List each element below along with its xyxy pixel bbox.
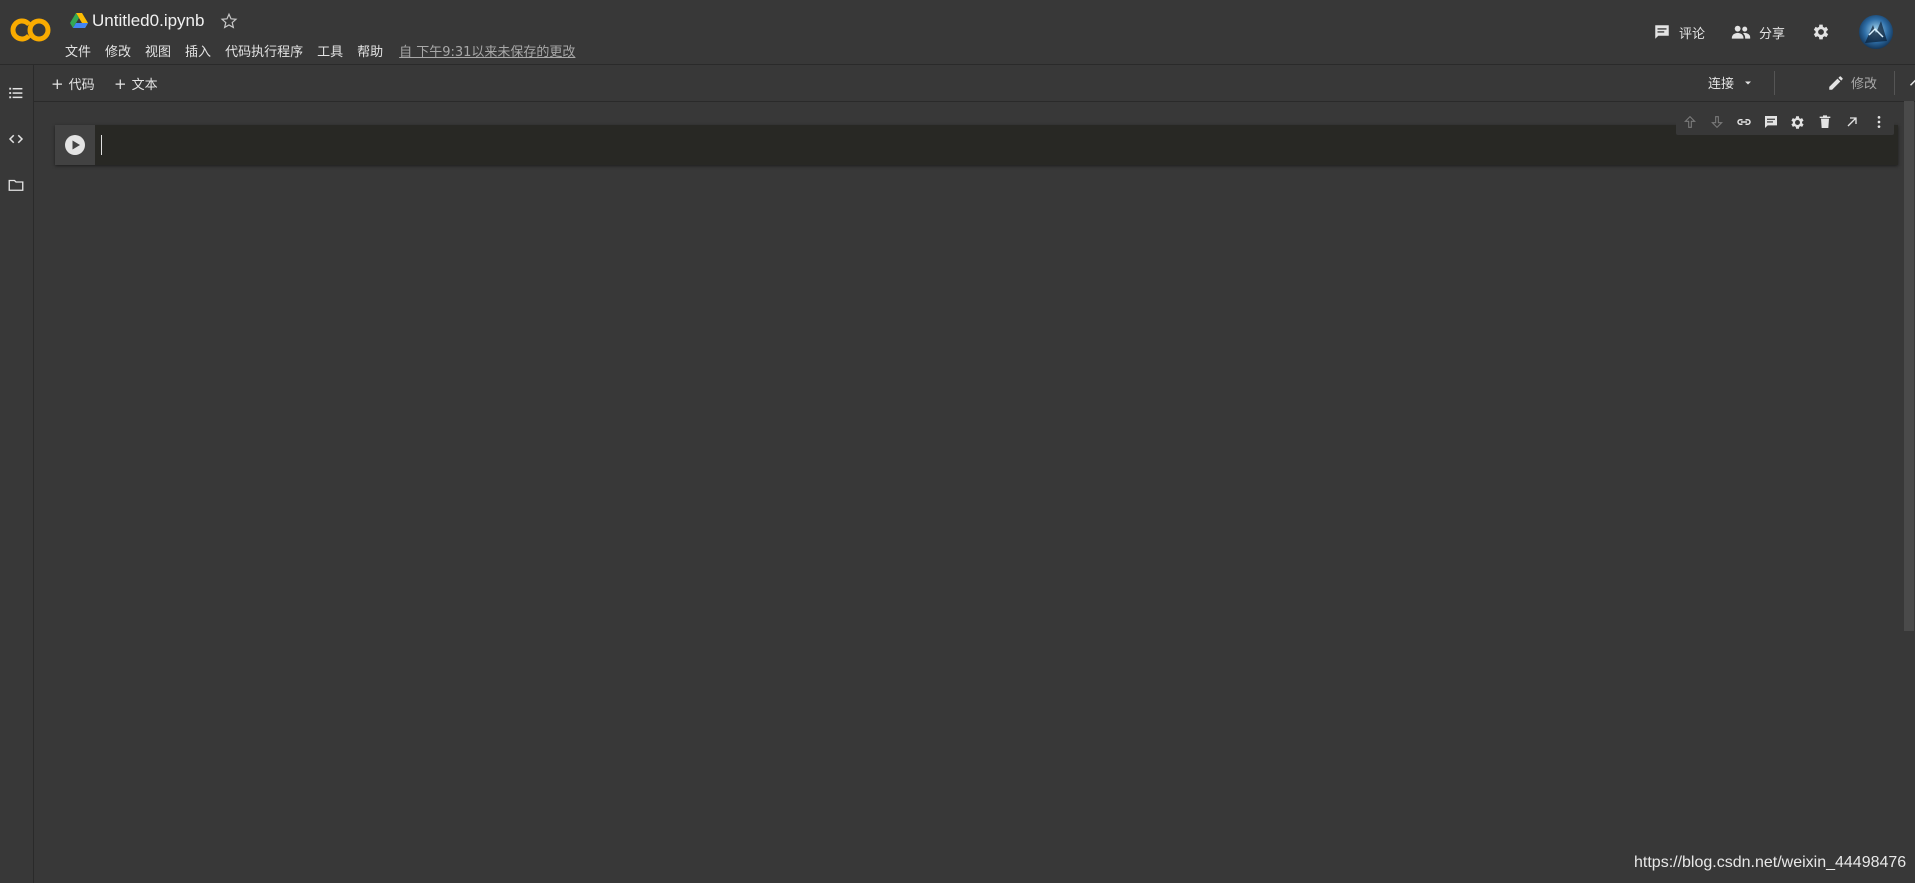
toolbar-divider bbox=[1894, 71, 1895, 95]
chevron-down-icon bbox=[1734, 77, 1754, 89]
menu-file[interactable]: 文件 bbox=[65, 41, 91, 60]
folder-icon[interactable] bbox=[7, 176, 25, 194]
star-icon[interactable] bbox=[220, 12, 238, 30]
add-text-button[interactable]: + 文本 bbox=[114, 74, 158, 94]
delete-icon[interactable] bbox=[1811, 109, 1838, 135]
code-snippets-icon[interactable] bbox=[7, 130, 25, 148]
notebook-title[interactable]: Untitled0.ipynb bbox=[92, 11, 204, 31]
chevron-up-icon[interactable] bbox=[1906, 74, 1915, 92]
share-icon bbox=[1731, 23, 1759, 41]
title-row: Untitled0.ipynb bbox=[70, 8, 238, 34]
edit-mode-label: 修改 bbox=[1851, 77, 1878, 92]
menu-tools[interactable]: 工具 bbox=[317, 41, 343, 60]
arrow-down-icon[interactable] bbox=[1703, 109, 1730, 135]
menu-bar: 文件 修改 视图 插入 代码执行程序 工具 帮助 自 下午9:31以来未保存的更… bbox=[65, 40, 575, 60]
save-status-link[interactable]: 自 下午9:31以来未保存的更改 bbox=[399, 41, 575, 60]
arrow-up-icon[interactable] bbox=[1676, 109, 1703, 135]
menu-view[interactable]: 视图 bbox=[145, 41, 171, 60]
avatar[interactable] bbox=[1859, 15, 1893, 49]
gear-icon[interactable] bbox=[1784, 109, 1811, 135]
edit-mode-button[interactable]: 修改 bbox=[1827, 73, 1877, 92]
comment-icon bbox=[1653, 23, 1679, 41]
plus-icon: + bbox=[51, 74, 64, 93]
left-sidebar bbox=[0, 65, 34, 883]
code-editor[interactable] bbox=[107, 125, 1727, 165]
menu-edit[interactable]: 修改 bbox=[105, 41, 131, 60]
settings-button[interactable] bbox=[1811, 22, 1839, 42]
colab-logo[interactable] bbox=[10, 12, 52, 48]
comment-icon[interactable] bbox=[1757, 109, 1784, 135]
drive-icon bbox=[70, 13, 88, 29]
toolbar-divider bbox=[1774, 71, 1775, 95]
share-button[interactable]: 分享 bbox=[1731, 23, 1785, 42]
text-cursor bbox=[101, 135, 102, 155]
comment-label: 评论 bbox=[1678, 26, 1705, 42]
plus-icon: + bbox=[114, 74, 127, 93]
more-vert-icon[interactable] bbox=[1865, 109, 1892, 135]
menu-insert[interactable]: 插入 bbox=[185, 41, 211, 60]
top-bar: Untitled0.ipynb 文件 修改 视图 插入 代码执行程序 工具 帮助… bbox=[0, 0, 1915, 65]
code-cell[interactable] bbox=[55, 125, 1898, 165]
top-right-actions: 评论 分享 bbox=[1627, 15, 1893, 49]
pencil-icon bbox=[1827, 74, 1851, 92]
gear-icon bbox=[1811, 22, 1839, 42]
toc-icon[interactable] bbox=[7, 84, 25, 102]
cell-toolbar bbox=[1676, 109, 1894, 135]
add-code-button[interactable]: + 代码 bbox=[51, 74, 95, 94]
comment-button[interactable]: 评论 bbox=[1653, 23, 1705, 42]
notebook-toolbar: + 代码 + 文本 连接 修改 bbox=[34, 65, 1915, 102]
connect-label: 连接 bbox=[1708, 77, 1735, 92]
link-icon[interactable] bbox=[1730, 109, 1757, 135]
menu-help[interactable]: 帮助 bbox=[357, 41, 383, 60]
share-label: 分享 bbox=[1758, 26, 1785, 42]
connect-button[interactable]: 连接 bbox=[1708, 73, 1754, 92]
menu-runtime[interactable]: 代码执行程序 bbox=[225, 41, 303, 60]
add-text-label: 文本 bbox=[131, 78, 158, 93]
cell-gutter bbox=[55, 125, 95, 165]
add-code-label: 代码 bbox=[68, 78, 95, 93]
play-icon[interactable] bbox=[64, 134, 86, 156]
vertical-scrollbar[interactable] bbox=[1904, 101, 1914, 631]
open-in-tab-icon[interactable] bbox=[1838, 109, 1865, 135]
watermark-text: https://blog.csdn.net/weixin_44498476 bbox=[1634, 854, 1907, 871]
